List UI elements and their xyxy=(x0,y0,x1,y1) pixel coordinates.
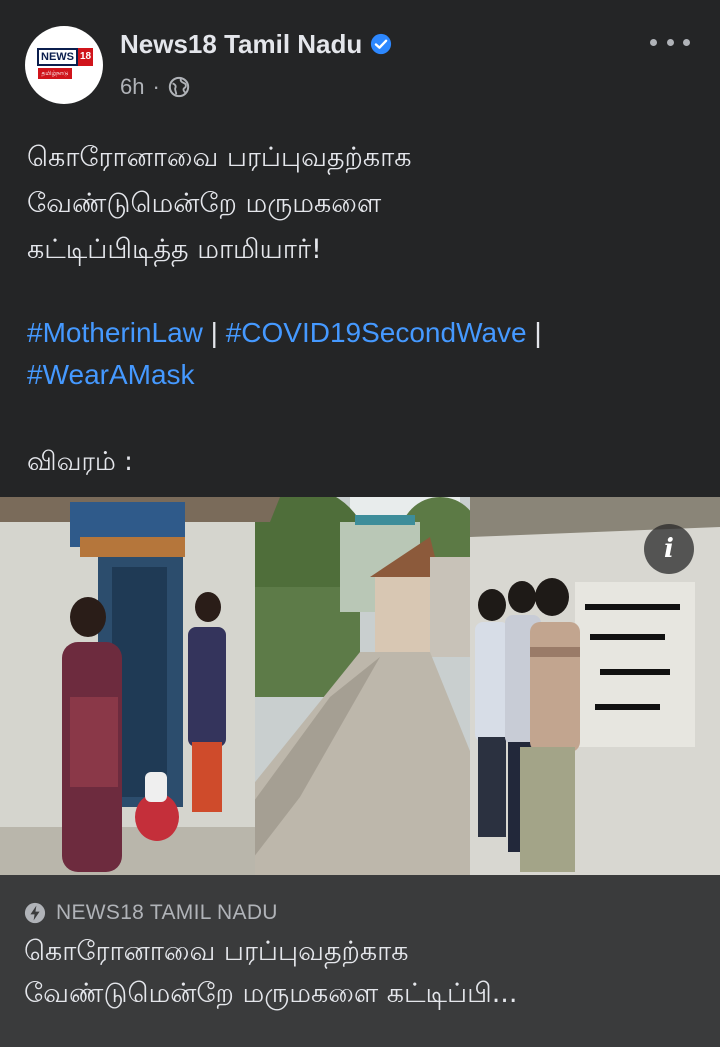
more-dot xyxy=(650,38,657,46)
post-text: கொரோனாவை பரப்புவதற்காக வேண்டுமென்றே மரும… xyxy=(27,142,412,265)
page-name-row: News18 Tamil Nadu xyxy=(120,28,392,60)
info-icon[interactable]: i xyxy=(644,524,694,574)
more-dot xyxy=(683,38,690,46)
more-options-icon[interactable] xyxy=(650,32,690,52)
hashtag-link[interactable]: #COVID19SecondWave xyxy=(226,317,527,348)
photo-illustration xyxy=(0,497,720,875)
facebook-post: NEWS 18 தமிழ்நாடு News18 Tamil Nadu 6h · xyxy=(0,0,720,1047)
hashtag-link[interactable]: #WearAMask xyxy=(27,359,195,390)
link-source-row: NEWS18 TAMIL NADU xyxy=(24,901,278,925)
hashtag-link[interactable]: #MotherinLaw xyxy=(27,317,203,348)
post-meta: 6h · xyxy=(120,72,190,102)
page-name-link[interactable]: News18 Tamil Nadu xyxy=(120,29,362,60)
news18-logo: NEWS 18 xyxy=(37,48,94,66)
post-timestamp[interactable]: 6h xyxy=(120,74,144,100)
page-avatar[interactable]: NEWS 18 தமிழ்நாடு xyxy=(25,26,103,104)
post-header: NEWS 18 தமிழ்நாடு News18 Tamil Nadu 6h · xyxy=(0,0,720,110)
meta-separator: · xyxy=(152,74,160,99)
post-photo[interactable] xyxy=(0,497,720,875)
details-label: விவரம் : xyxy=(27,447,133,477)
link-preview[interactable]: NEWS18 TAMIL NADU கொரோனாவை பரப்புவதற்காக… xyxy=(0,875,720,1047)
logo-brand-text: NEWS xyxy=(37,48,78,66)
hashtag-separator: | xyxy=(526,317,542,348)
verified-badge-icon xyxy=(371,33,392,55)
logo-subtitle: தமிழ்நாடு xyxy=(38,68,72,79)
hashtag-list: #MotherinLaw | #COVID19SecondWave | #Wea… xyxy=(27,312,697,396)
hashtag-separator: | xyxy=(202,317,226,348)
link-source: NEWS18 TAMIL NADU xyxy=(56,901,278,924)
more-dot xyxy=(666,38,674,46)
globe-icon[interactable] xyxy=(168,76,190,98)
lightning-bolt-icon xyxy=(24,902,46,924)
link-title[interactable]: கொரோனாவை பரப்புவதற்காக வேண்டுமென்றே மரும… xyxy=(24,931,704,1015)
logo-brand-number: 18 xyxy=(78,48,94,66)
